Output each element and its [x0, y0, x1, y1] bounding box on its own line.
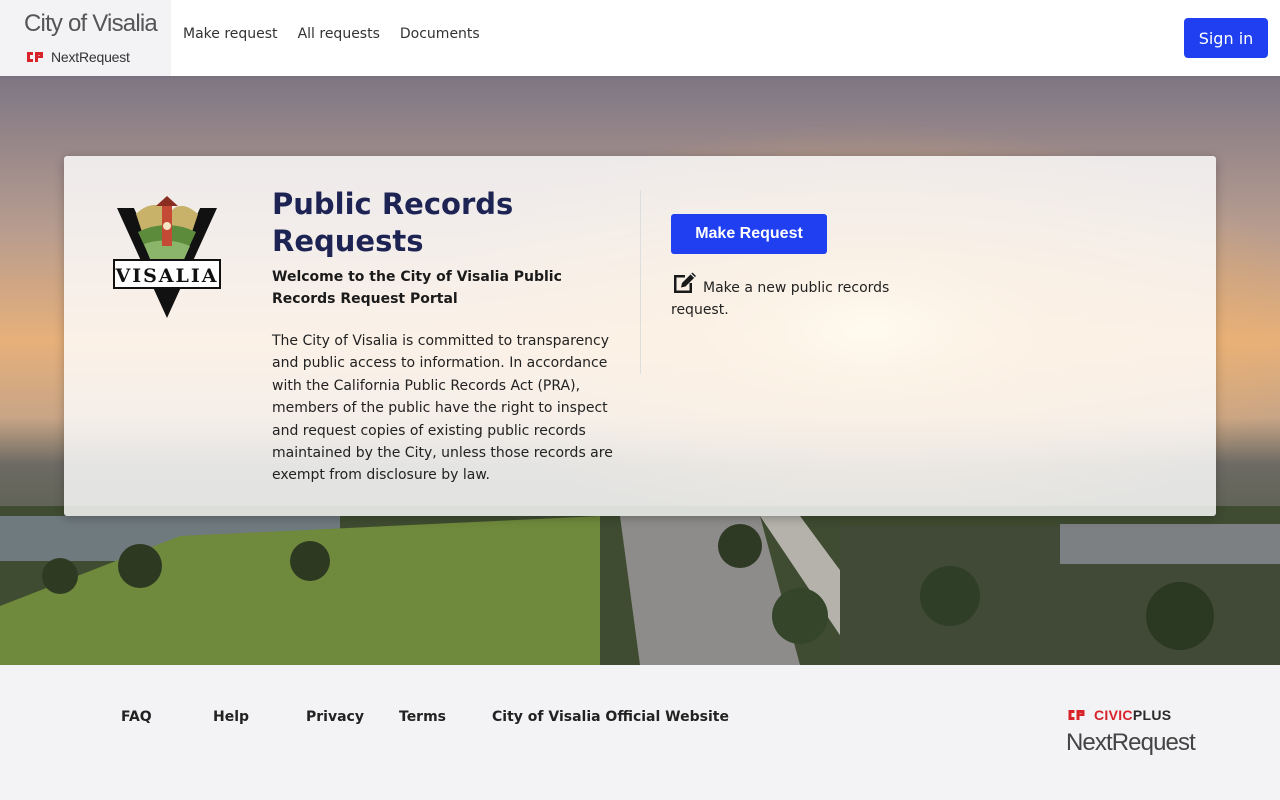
- edit-icon: [674, 272, 696, 293]
- footer-link-official-website[interactable]: City of Visalia Official Website: [492, 709, 729, 725]
- footer-link-help[interactable]: Help: [213, 709, 249, 725]
- make-request-description: Make a new public records request.: [671, 270, 931, 321]
- brand-title[interactable]: City of Visalia: [24, 10, 158, 38]
- page-title: Public Records Requests: [272, 187, 514, 258]
- civicplus-wordmark: CIVICPLUS: [1094, 707, 1171, 723]
- sign-in-button[interactable]: Sign in: [1184, 18, 1268, 58]
- brand-subtitle-text: NextRequest: [51, 49, 130, 65]
- hero-section: VISALIA Public Records Requests Welcome …: [0, 76, 1280, 665]
- footer-link-faq[interactable]: FAQ: [121, 709, 152, 725]
- footer: FAQ Help Privacy Terms City of Visalia O…: [0, 665, 1280, 800]
- welcome-subtitle: Welcome to the City of Visalia Public Re…: [272, 269, 562, 307]
- nav-make-request[interactable]: Make request: [183, 26, 278, 42]
- nav-documents[interactable]: Documents: [400, 26, 480, 42]
- intro-paragraph: The City of Visalia is committed to tran…: [272, 333, 613, 484]
- make-request-button[interactable]: Make Request: [671, 214, 827, 254]
- footer-link-privacy[interactable]: Privacy: [306, 709, 364, 725]
- civicplus-logo-icon: [1068, 710, 1085, 720]
- top-navbar: City of Visalia NextRequest Make request…: [0, 0, 1280, 76]
- civicplus-wordmark-civic: CIVIC: [1094, 707, 1133, 723]
- intro-card: VISALIA Public Records Requests Welcome …: [64, 156, 1216, 516]
- main-nav: Make request All requests Documents: [183, 26, 500, 42]
- civicplus-logo: CIVICPLUS: [1066, 707, 1171, 723]
- brand-subtitle: NextRequest: [25, 48, 130, 66]
- footer-link-terms[interactable]: Terms: [399, 709, 446, 725]
- civicplus-logo-icon: [27, 52, 43, 62]
- vertical-divider: [640, 190, 641, 374]
- civicplus-wordmark-plus: PLUS: [1132, 707, 1172, 723]
- visalia-seal-icon: VISALIA: [113, 196, 221, 318]
- nav-all-requests[interactable]: All requests: [298, 26, 380, 42]
- make-request-description-text: Make a new public records request.: [671, 280, 890, 318]
- brand-block[interactable]: City of Visalia NextRequest: [0, 0, 171, 76]
- nextrequest-wordmark: NextRequest: [1066, 729, 1196, 756]
- visalia-logo-text: VISALIA: [114, 265, 218, 287]
